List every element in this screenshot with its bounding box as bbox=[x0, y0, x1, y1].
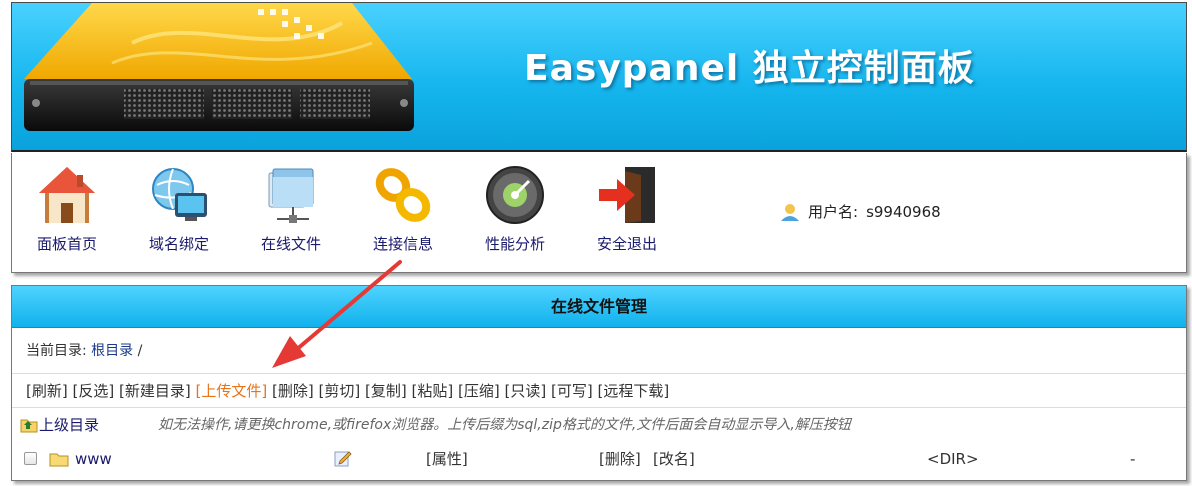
nav-label: 域名绑定 bbox=[148, 235, 209, 253]
parent-dir-link[interactable]: 上级目录 bbox=[39, 408, 99, 442]
server-logo-icon bbox=[24, 3, 414, 131]
nav-item-files[interactable]: 在线文件 bbox=[236, 163, 346, 254]
nav-label: 在线文件 bbox=[260, 235, 321, 253]
nav-label: 性能分析 bbox=[484, 235, 545, 253]
main-nav: 面板首页 域名绑定 在线文件 连接信息 性能分析 安全退出 用户名: s9940… bbox=[11, 153, 1187, 273]
copy-button[interactable]: [复制] bbox=[365, 382, 407, 400]
paste-button[interactable]: [粘贴] bbox=[412, 382, 454, 400]
gauge-icon bbox=[486, 166, 544, 224]
nav-item-home[interactable]: 面板首页 bbox=[12, 163, 122, 254]
file-name-link[interactable]: www bbox=[75, 442, 112, 476]
properties-button[interactable]: [属性] bbox=[426, 442, 468, 476]
nav-item-domain[interactable]: 域名绑定 bbox=[124, 163, 234, 254]
username: s9940968 bbox=[866, 202, 941, 221]
current-directory: 当前目录: 根目录 / bbox=[12, 328, 1186, 374]
new-folder-button[interactable]: [新建目录] bbox=[119, 382, 191, 400]
folder-icon bbox=[49, 453, 69, 467]
user-info: 用户名: s9940968 bbox=[780, 201, 941, 222]
dir-separator: / bbox=[137, 343, 143, 359]
nav-item-logout[interactable]: 安全退出 bbox=[572, 163, 682, 254]
brand-title: Easypanel 独立控制面板 bbox=[524, 48, 975, 89]
globe-monitor-icon bbox=[152, 168, 207, 221]
nav-label: 面板首页 bbox=[36, 235, 97, 253]
folder-up-icon bbox=[20, 419, 38, 433]
upload-file-button[interactable]: [上传文件] bbox=[196, 382, 268, 400]
panel-title: 在线文件管理 bbox=[12, 286, 1186, 328]
nav-label: 安全退出 bbox=[596, 235, 657, 253]
file-manager-panel: 在线文件管理 当前目录: 根目录 / [刷新] [反选] [新建目录] [上传文… bbox=[11, 285, 1187, 481]
file-extra: - bbox=[1130, 450, 1136, 468]
delete-button[interactable]: [删除] bbox=[272, 382, 314, 400]
folder-network-icon bbox=[268, 168, 314, 223]
exit-door-icon bbox=[599, 167, 655, 223]
compress-button[interactable]: [压缩] bbox=[458, 382, 500, 400]
refresh-button[interactable]: [刷新] bbox=[26, 382, 68, 400]
nav-item-connection[interactable]: 连接信息 bbox=[348, 163, 458, 254]
table-row: www [属性] [删除] [改名] <DIR> - bbox=[12, 442, 1186, 476]
current-dir-label: 当前目录: bbox=[26, 343, 87, 359]
nav-label: 连接信息 bbox=[372, 235, 433, 253]
rename-button[interactable]: [改名] bbox=[653, 442, 695, 476]
nav-item-performance[interactable]: 性能分析 bbox=[460, 163, 570, 254]
user-icon bbox=[781, 203, 799, 221]
root-dir-link[interactable]: 根目录 bbox=[91, 343, 133, 359]
readonly-button[interactable]: [只读] bbox=[505, 382, 547, 400]
home-icon bbox=[39, 167, 95, 223]
row-delete-button[interactable]: [删除] bbox=[599, 442, 641, 476]
chain-link-icon bbox=[375, 168, 431, 222]
file-toolbar: [刷新] [反选] [新建目录] [上传文件] [删除] [剪切] [复制] [… bbox=[12, 374, 1186, 408]
remote-download-button[interactable]: [远程下载] bbox=[598, 382, 670, 400]
browser-hint: 如无法操作,请更换chrome,或firefox浏览器。上传后缀为sql,zip… bbox=[158, 417, 851, 433]
edit-icon[interactable] bbox=[334, 449, 352, 467]
user-label: 用户名: bbox=[808, 203, 859, 221]
row-checkbox[interactable] bbox=[24, 452, 37, 465]
parent-dir-row: 上级目录 如无法操作,请更换chrome,或firefox浏览器。上传后缀为sq… bbox=[12, 408, 1186, 442]
header-banner: Easypanel 独立控制面板 bbox=[11, 2, 1187, 152]
cut-button[interactable]: [剪切] bbox=[319, 382, 361, 400]
file-size: <DIR> bbox=[927, 450, 979, 468]
writable-button[interactable]: [可写] bbox=[551, 382, 593, 400]
invert-selection-button[interactable]: [反选] bbox=[73, 382, 115, 400]
